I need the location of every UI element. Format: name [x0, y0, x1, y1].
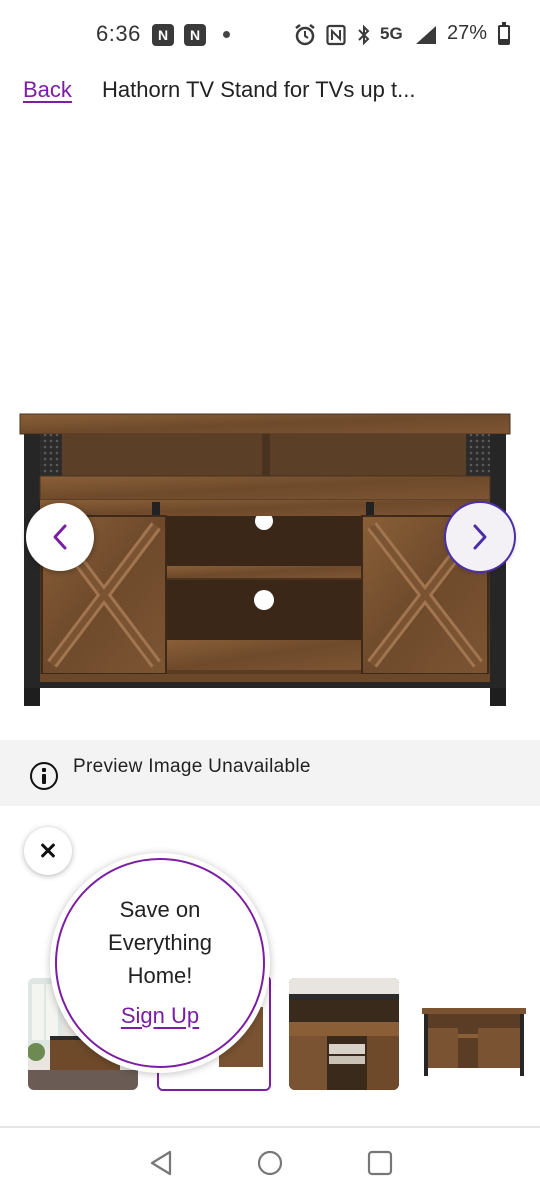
recents-square-icon[interactable]: [366, 1148, 394, 1178]
status-bar: 6:36 N N 5G 27%: [0, 0, 540, 68]
more-notifications-dot: [223, 31, 230, 38]
page-title: Hathorn TV Stand for TVs up t...: [102, 77, 416, 102]
preview-message: Preview Image Unavailable: [73, 756, 311, 777]
network-type: 5G: [380, 24, 403, 43]
signal-icon: [416, 26, 436, 44]
next-image-button[interactable]: [446, 503, 514, 571]
notification-app-icon: N: [152, 24, 174, 46]
back-button[interactable]: Back: [23, 77, 72, 103]
close-promo-button[interactable]: [24, 827, 72, 875]
chevron-right-icon: [473, 524, 487, 550]
system-navigation-bar: [0, 1128, 540, 1200]
promo-line-1: Save on: [119, 897, 201, 922]
chevron-left-icon: [53, 524, 67, 550]
status-time: 6:36: [96, 21, 141, 46]
thumbnail-product-angle[interactable]: [418, 978, 528, 1090]
thumbnail-image: [289, 978, 399, 1090]
alarm-icon: [295, 24, 315, 46]
info-icon: [30, 762, 58, 790]
back-triangle-icon[interactable]: [148, 1148, 174, 1178]
promo-bubble: Save on Everything Home! Sign Up: [50, 853, 270, 1073]
bluetooth-icon: [358, 24, 370, 46]
notification-app-icon-2: N: [184, 24, 206, 46]
battery-percent: 27%: [447, 22, 488, 44]
thumbnail-image: [418, 978, 528, 1090]
battery-icon: [498, 22, 510, 45]
home-circle-icon[interactable]: [256, 1148, 284, 1178]
preview-unavailable-bar: Preview Image Unavailable: [0, 740, 540, 806]
thumbnail-detail-shelves[interactable]: [289, 978, 399, 1090]
page-header: Back Hathorn TV Stand for TVs up t...: [0, 68, 540, 116]
sign-up-link[interactable]: Sign Up: [50, 1003, 270, 1029]
promo-line-3: Home!: [127, 963, 193, 988]
previous-image-button[interactable]: [26, 503, 94, 571]
promo-line-2: Everything: [108, 930, 212, 955]
promo-message: Save on Everything Home!: [50, 893, 270, 992]
nfc-icon: [326, 24, 346, 46]
